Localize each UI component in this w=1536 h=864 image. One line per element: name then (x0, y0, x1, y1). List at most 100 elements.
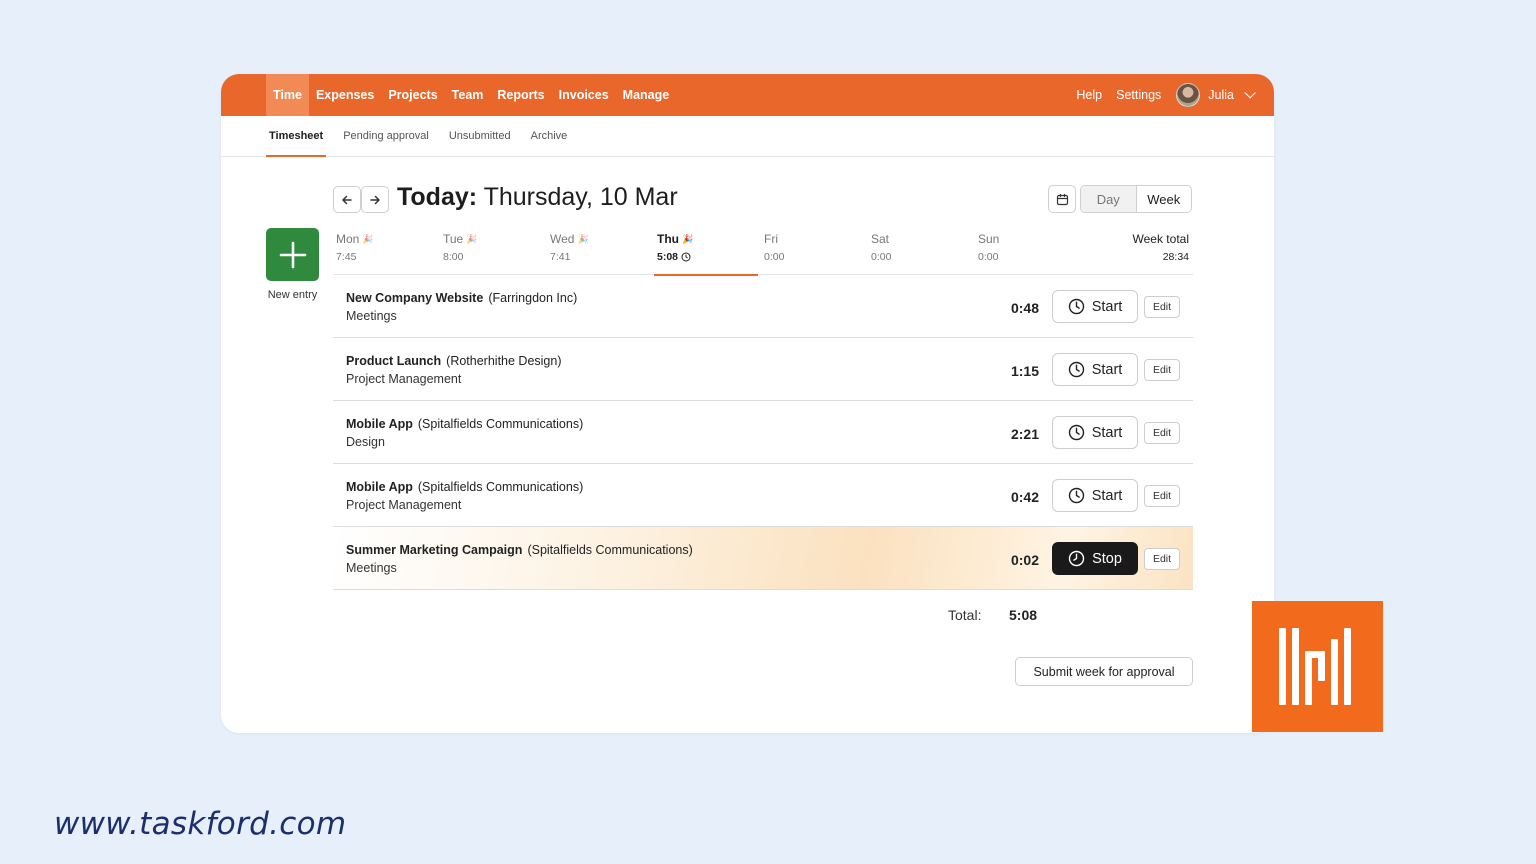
client-name: (Rotherhithe Design) (446, 354, 562, 368)
entry-duration: 0:02 (1010, 552, 1039, 568)
day-total: 7:45 (336, 251, 357, 263)
week-total: Week total 28:34 (1133, 232, 1189, 263)
start-timer-button[interactable]: Start (1052, 479, 1138, 512)
logo-bars-icon (1279, 628, 1351, 705)
party-icon: 🎉 (362, 233, 374, 244)
day-name: Sat (871, 232, 890, 246)
submit-week-button[interactable]: Submit week for approval (1015, 657, 1193, 686)
day-total: 0:00 (978, 251, 999, 263)
start-timer-button[interactable]: Start (1052, 416, 1138, 449)
top-nav-bar: Time Expenses Projects Team Reports Invo… (221, 74, 1274, 116)
new-entry-button[interactable] (266, 228, 319, 281)
party-icon: 🎉 (466, 233, 478, 244)
day-wed[interactable]: Wed 🎉 7:41 (550, 232, 650, 275)
day-total-label: Total: (948, 607, 982, 623)
calendar-icon (1056, 193, 1068, 205)
tab-pending-approval[interactable]: Pending approval (340, 116, 432, 156)
client-name: (Spitalfields Communications) (527, 543, 693, 557)
prev-day-button[interactable] (333, 186, 361, 213)
nav-time[interactable]: Time (266, 74, 309, 116)
day-mon[interactable]: Mon 🎉 7:45 (336, 232, 436, 275)
user-name[interactable]: Julia (1208, 88, 1234, 102)
time-entry-row: Mobile App (Spitalfields Communications) … (333, 464, 1193, 527)
app-window: Time Expenses Projects Team Reports Invo… (221, 74, 1274, 733)
project-name: Mobile App (346, 417, 413, 431)
day-total-value: 5:08 (1009, 607, 1038, 623)
task-name: Meetings (346, 561, 397, 575)
day-tue[interactable]: Tue 🎉 8:00 (443, 232, 543, 275)
edit-entry-button[interactable]: Edit (1144, 485, 1180, 507)
clock-icon (1068, 298, 1084, 315)
tab-archive[interactable]: Archive (528, 116, 571, 156)
nav-projects[interactable]: Projects (381, 74, 444, 116)
next-day-button[interactable] (361, 186, 389, 213)
time-entries-list: New Company Website (Farringdon Inc) Meet… (333, 275, 1193, 590)
entry-duration: 2:21 (1010, 426, 1039, 442)
project-name: Summer Marketing Campaign (346, 543, 523, 557)
week-total-value: 28:34 (1162, 251, 1189, 263)
user-area: Help Settings Julia (1062, 74, 1256, 116)
nav-expenses[interactable]: Expenses (309, 74, 381, 116)
nav-manage[interactable]: Manage (616, 74, 677, 116)
day-thu[interactable]: Thu 🎉 5:08 (654, 232, 758, 276)
start-label: Start (1091, 424, 1123, 441)
task-name: Design (346, 435, 385, 449)
nav-team[interactable]: Team (445, 74, 491, 116)
current-date: Thursday, 10 Mar (483, 183, 678, 211)
start-timer-button[interactable]: Start (1052, 290, 1138, 323)
week-total-label: Week total (1132, 232, 1189, 246)
edit-entry-button[interactable]: Edit (1144, 422, 1180, 444)
view-day-button[interactable]: Day (1081, 186, 1137, 212)
party-icon: 🎉 (577, 233, 589, 244)
new-entry-label: New entry (267, 289, 318, 301)
day-total: 5:08 (657, 251, 679, 263)
day-total: 8:00 (443, 251, 464, 263)
start-timer-button[interactable]: Start (1052, 353, 1138, 386)
start-label: Start (1091, 361, 1123, 378)
client-name: (Farringdon Inc) (488, 291, 578, 305)
plus-icon (279, 241, 306, 268)
footer-url: www.taskford.com (54, 806, 347, 842)
view-week-button[interactable]: Week (1137, 186, 1192, 212)
sub-nav: Timesheet Pending approval Unsubmitted A… (221, 116, 1274, 157)
time-entry-row: New Company Website (Farringdon Inc) Meet… (333, 275, 1193, 338)
day-total: 0:00 (871, 251, 892, 263)
stop-timer-button[interactable]: Stop (1052, 542, 1138, 575)
edit-entry-button[interactable]: Edit (1144, 296, 1180, 318)
page-title: Today: Thursday, 10 Mar (397, 183, 678, 212)
nav-reports[interactable]: Reports (490, 74, 551, 116)
project-name: Mobile App (346, 480, 413, 494)
avatar[interactable] (1176, 83, 1201, 107)
project-name: Product Launch (346, 354, 442, 368)
settings-link[interactable]: Settings (1116, 88, 1161, 102)
clock-icon (1068, 361, 1084, 378)
entry-duration: 0:48 (1010, 300, 1039, 316)
start-label: Start (1091, 487, 1123, 504)
client-name: (Spitalfields Communications) (417, 480, 584, 494)
edit-entry-button[interactable]: Edit (1144, 548, 1180, 570)
party-icon: 🎉 (682, 233, 694, 244)
tab-timesheet[interactable]: Timesheet (266, 116, 327, 157)
today-prefix: Today: (397, 183, 478, 211)
running-clock-icon (1068, 550, 1085, 567)
day-name: Thu (657, 232, 679, 246)
tab-unsubmitted[interactable]: Unsubmitted (446, 116, 514, 156)
time-entry-row: Mobile App (Spitalfields Communications) … (333, 401, 1193, 464)
day-fri[interactable]: Fri 0:00 (764, 232, 864, 275)
arrow-left-icon (342, 195, 352, 204)
calendar-button[interactable] (1048, 185, 1076, 213)
taskford-logo (1252, 601, 1383, 732)
task-name: Meetings (346, 309, 397, 323)
day-name: Wed (550, 232, 575, 246)
day-name: Sun (978, 232, 1000, 246)
day-sat[interactable]: Sat 0:00 (871, 232, 971, 275)
edit-entry-button[interactable]: Edit (1144, 359, 1180, 381)
time-entry-row: Product Launch (Rotherhithe Design) Proje… (333, 338, 1193, 401)
entry-duration: 1:15 (1010, 363, 1039, 379)
clock-icon (681, 252, 691, 262)
day-sun[interactable]: Sun 0:00 (978, 232, 1078, 275)
nav-invoices[interactable]: Invoices (552, 74, 616, 116)
help-link[interactable]: Help (1076, 88, 1102, 102)
day-total: 0:00 (764, 251, 785, 263)
chevron-down-icon[interactable] (1244, 87, 1256, 99)
